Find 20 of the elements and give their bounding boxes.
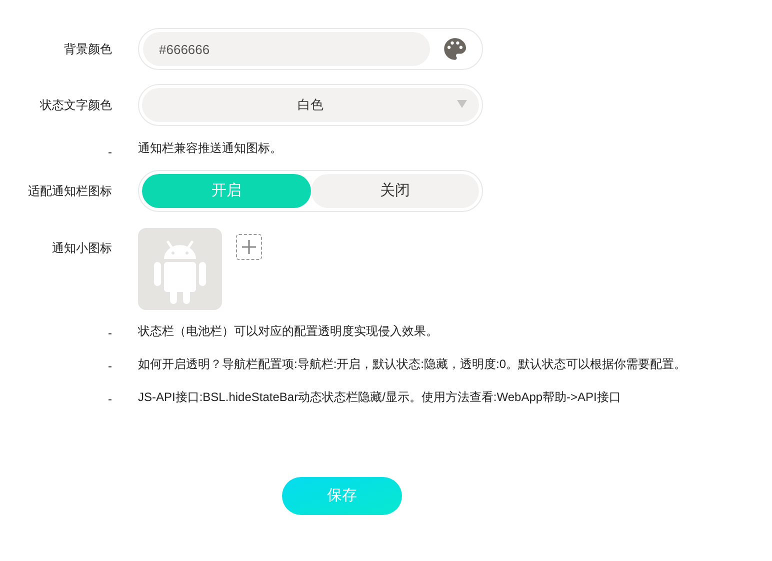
palette-icon[interactable] — [442, 36, 468, 62]
add-icon-button[interactable] — [236, 234, 262, 260]
field-label: - — [108, 144, 112, 160]
dropdown-arrow-icon — [457, 100, 467, 108]
color-field[interactable]: #666666 — [138, 28, 483, 70]
plus-icon — [241, 239, 257, 255]
field-label: - — [108, 358, 112, 374]
color-input[interactable]: #666666 — [143, 32, 430, 66]
field-label: - — [108, 325, 112, 341]
toggle-option[interactable]: 关闭 — [310, 174, 479, 208]
hint-text: 通知栏兼容推送通知图标。 — [138, 140, 282, 157]
text-color-select[interactable]: 白色 — [142, 88, 479, 122]
hint-text: JS-API接口:BSL.hideStateBar动态状态栏隐藏/显示。使用方法查看:WebApp帮助->API接口 — [138, 389, 621, 406]
field-label: 背景颜色 — [64, 41, 112, 57]
field-label: - — [108, 391, 112, 407]
hint-text: 如何开启透明？导航栏配置项:导航栏:开启，默认状态:隐藏，透明度:0。默认状态可以根据你需要配置。 — [138, 356, 686, 373]
field-label: 适配通知栏图标 — [28, 183, 112, 199]
field-label: 通知小图标 — [52, 240, 112, 256]
hint-text: 状态栏（电池栏）可以对应的配置透明度实现侵入效果。 — [138, 323, 438, 340]
field-label: 状态文字颜色 — [40, 97, 112, 113]
